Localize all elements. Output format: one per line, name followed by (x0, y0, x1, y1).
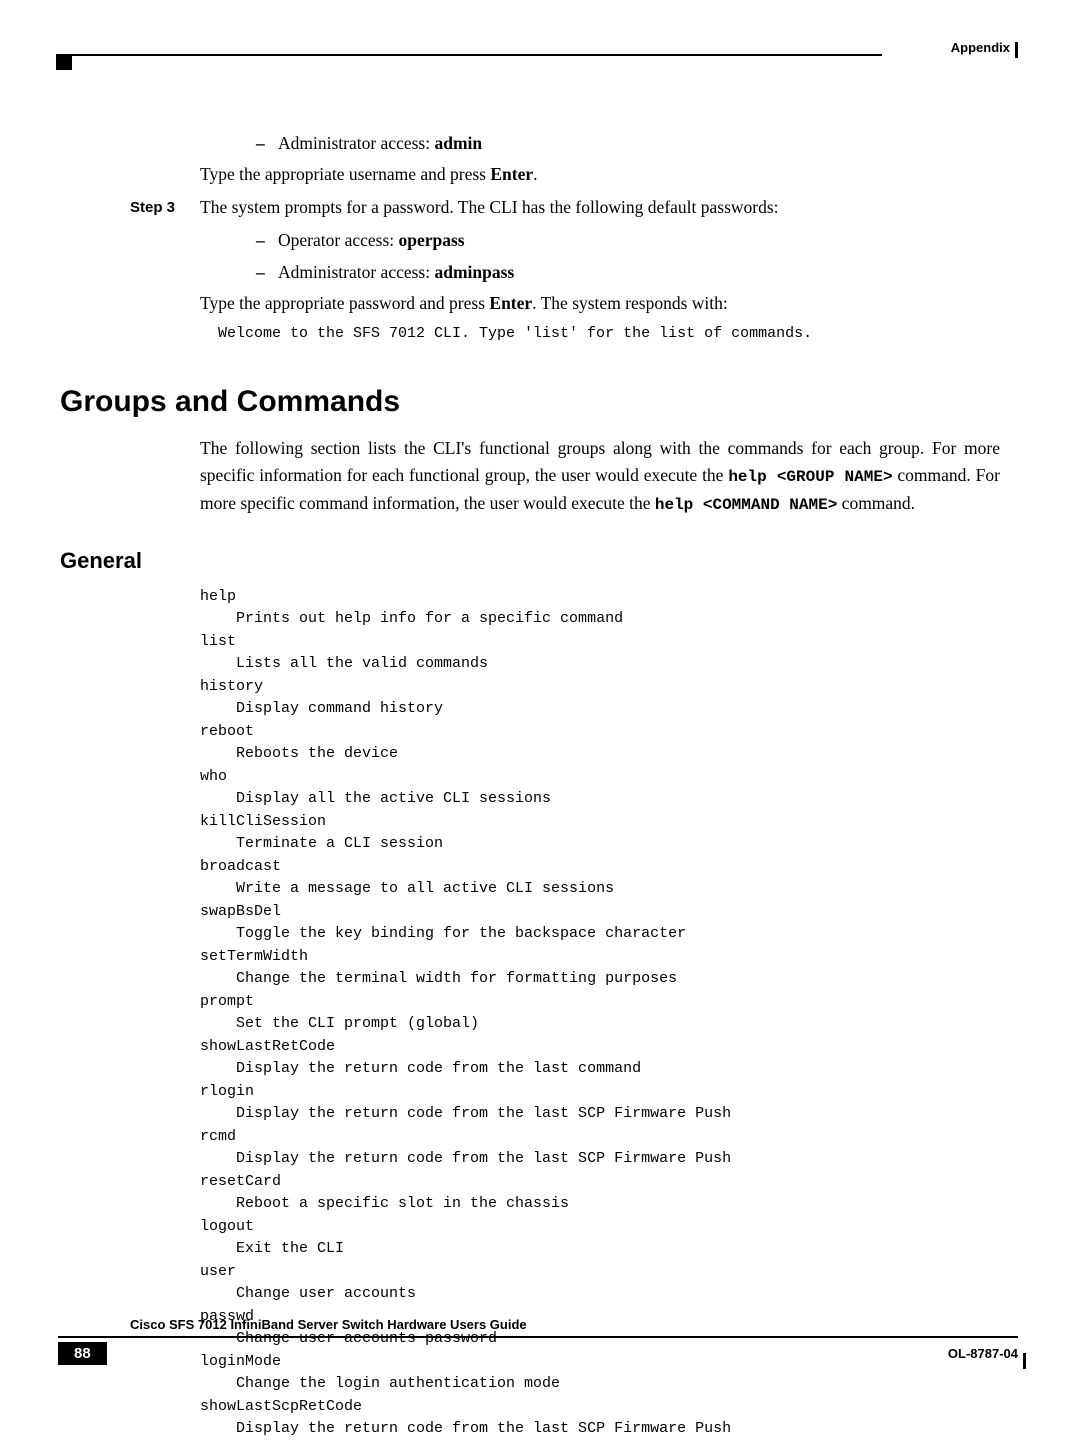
bullet-text: Operator access: (278, 230, 399, 250)
text: Type the appropriate password and press (200, 293, 489, 313)
bullet-admin-access: Administrator access: admin (256, 130, 1000, 157)
footer-bottom-row: 88 OL-8787-04 (58, 1342, 1018, 1365)
step3-row: Step 3 The system prompts for a password… (130, 194, 1000, 221)
text: . The system responds with: (532, 293, 728, 313)
footer-doc-title: Cisco SFS 7012 InfiniBand Server Switch … (130, 1317, 1018, 1332)
page-header-appendix: Appendix (951, 40, 1010, 55)
doc-id: OL-8787-04 (948, 1346, 1018, 1361)
bold: Enter (489, 293, 532, 313)
cmd-help-group: help <GROUP NAME> (728, 468, 892, 486)
text: Type the appropriate username and press (200, 164, 490, 184)
footer-rule (58, 1336, 1018, 1338)
heading-general: General (60, 548, 1010, 574)
heading-groups-and-commands: Groups and Commands (60, 385, 1010, 419)
cmd-help-command: help <COMMAND NAME> (655, 496, 837, 514)
bold: Enter (490, 164, 533, 184)
page-number: 88 (58, 1342, 107, 1365)
line-username-enter: Type the appropriate username and press … (200, 161, 1000, 188)
footer-rule-mark (1023, 1353, 1026, 1369)
welcome-message-mono: Welcome to the SFS 7012 CLI. Type 'list'… (218, 323, 1000, 346)
general-commands-block: help Prints out help info for a specific… (200, 586, 1000, 1441)
header-rule-mark (1015, 42, 1018, 58)
text: command. (837, 493, 915, 513)
bullet-bold: operpass (399, 230, 465, 250)
step3-text: The system prompts for a password. The C… (200, 194, 779, 221)
bullet-admin-access-pass: Administrator access: adminpass (256, 259, 1000, 286)
bullet-bold: adminpass (434, 262, 514, 282)
bullet-operator-access: Operator access: operpass (256, 227, 1000, 254)
bullet-text: Administrator access: (278, 133, 434, 153)
crop-mark (56, 54, 72, 70)
general-section: help Prints out help info for a specific… (200, 586, 1000, 1441)
page-footer: Cisco SFS 7012 InfiniBand Server Switch … (58, 1317, 1018, 1365)
document-page: Appendix Administrator access: admin Typ… (0, 0, 1080, 1397)
line-password-enter: Type the appropriate password and press … (200, 290, 1000, 317)
groups-intro: The following section lists the CLI's fu… (200, 435, 1000, 518)
groups-paragraph: The following section lists the CLI's fu… (200, 435, 1000, 518)
body-content: Administrator access: admin Type the app… (200, 130, 1000, 345)
step3-label: Step 3 (130, 194, 182, 221)
text: . (533, 164, 537, 184)
bullet-text: Administrator access: (278, 262, 434, 282)
bullet-bold: admin (434, 133, 482, 153)
